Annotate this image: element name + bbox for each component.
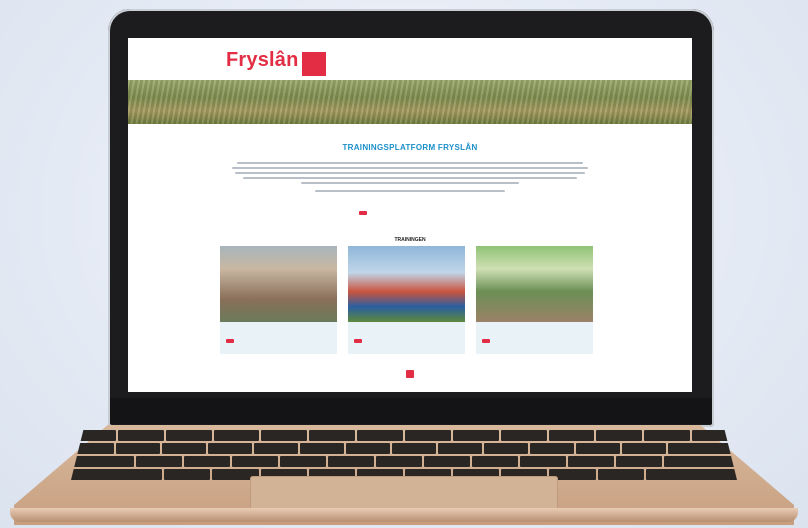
- site-logo[interactable]: Fryslân: [226, 49, 299, 72]
- signup-row: [356, 211, 367, 215]
- laptop-bezel-chin: [110, 398, 712, 424]
- signup-button[interactable]: [359, 211, 367, 215]
- training-card-button[interactable]: [482, 339, 490, 343]
- all-trainings-button[interactable]: [406, 370, 414, 378]
- page-title: TRAININGSPLATFORM FRYSLÂN: [342, 143, 478, 152]
- training-card[interactable]: [476, 246, 593, 354]
- training-card-image: [348, 246, 465, 322]
- site-navbar: Fryslân: [128, 38, 692, 80]
- training-card-image: [220, 246, 337, 322]
- training-card[interactable]: [348, 246, 465, 354]
- laptop-screen: Fryslân TRAININGSPLATFORM FRYSLÂN TRAINI…: [128, 38, 692, 392]
- intro-text: [228, 162, 592, 195]
- training-card[interactable]: [220, 246, 337, 354]
- hero-banner-image: [128, 80, 692, 124]
- all-trainings-row: [128, 362, 692, 380]
- section-title: TRAININGEN: [394, 237, 426, 243]
- training-card-image: [476, 246, 593, 322]
- training-card-button[interactable]: [226, 339, 234, 343]
- nav-item-home[interactable]: [302, 52, 326, 76]
- training-card-button[interactable]: [354, 339, 362, 343]
- training-cards: [220, 246, 593, 354]
- laptop-base-edge: [10, 508, 798, 522]
